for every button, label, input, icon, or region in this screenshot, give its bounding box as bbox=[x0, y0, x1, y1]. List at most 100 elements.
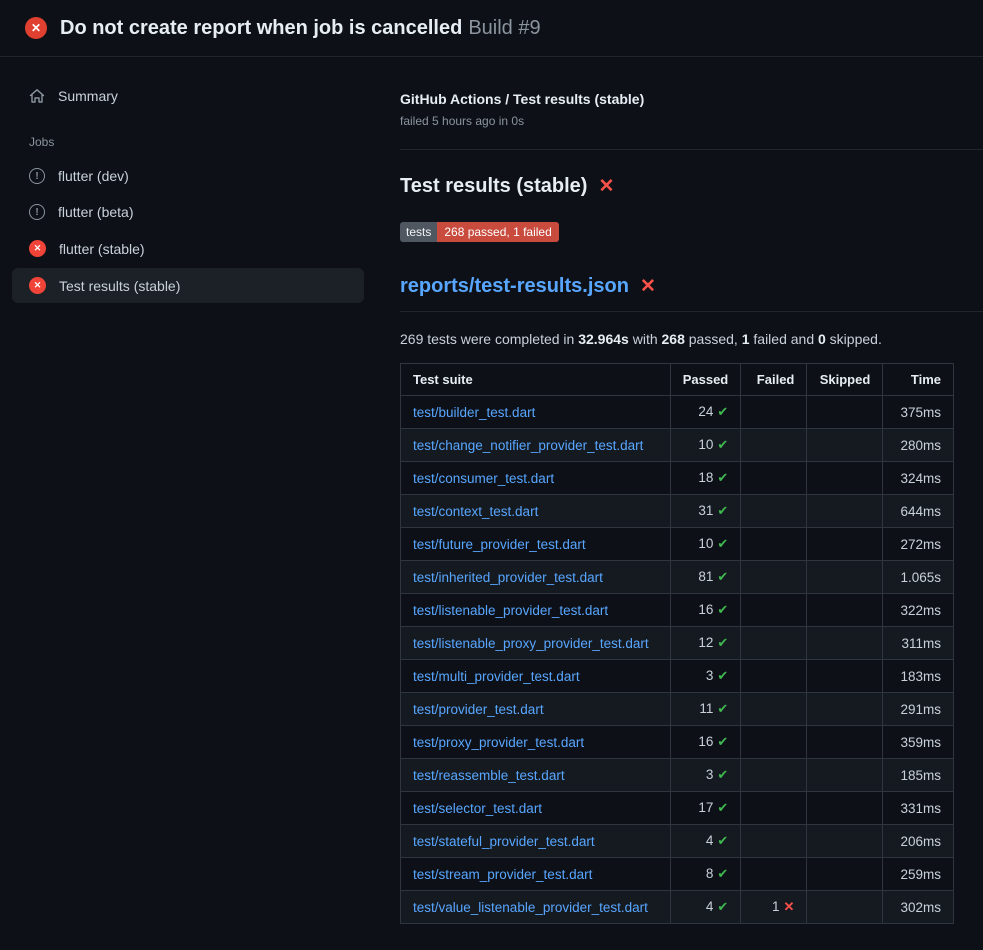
test-suite-link[interactable]: test/provider_test.dart bbox=[413, 702, 544, 717]
sidebar-item-summary[interactable]: Summary bbox=[12, 79, 364, 113]
test-suite-cell: test/stateful_provider_test.dart bbox=[401, 825, 671, 858]
alert-circle-icon: ! bbox=[29, 168, 45, 184]
passed-count: 24 bbox=[698, 404, 713, 419]
passed-count: 17 bbox=[698, 800, 713, 815]
failed-cell bbox=[741, 462, 807, 495]
passed-cell: 10 ✔ bbox=[670, 528, 741, 561]
sidebar-job-item[interactable]: ✕Test results (stable) bbox=[12, 268, 364, 303]
skipped-cell bbox=[807, 660, 883, 693]
test-suite-link[interactable]: test/listenable_proxy_provider_test.dart bbox=[413, 636, 649, 651]
sidebar-job-item[interactable]: ✕flutter (stable) bbox=[12, 231, 364, 266]
time-cell: 644ms bbox=[883, 495, 954, 528]
sidebar-job-item[interactable]: !flutter (dev) bbox=[12, 159, 364, 193]
sidebar-job-label: Test results (stable) bbox=[59, 278, 180, 294]
skipped-cell bbox=[807, 594, 883, 627]
skipped-cell bbox=[807, 528, 883, 561]
page-title: Do not create report when job is cancell… bbox=[60, 17, 541, 40]
failed-cell bbox=[741, 792, 807, 825]
time-cell: 280ms bbox=[883, 429, 954, 462]
test-suite-link[interactable]: test/change_notifier_provider_test.dart bbox=[413, 438, 643, 453]
test-suite-link[interactable]: test/proxy_provider_test.dart bbox=[413, 735, 584, 750]
column-header-passed: Passed bbox=[670, 364, 741, 396]
test-suite-link[interactable]: test/reassemble_test.dart bbox=[413, 768, 565, 783]
check-icon: ✔ bbox=[717, 833, 728, 848]
badge-value: 268 passed, 1 failed bbox=[437, 222, 558, 242]
report-file-link[interactable]: reports/test-results.json bbox=[400, 275, 629, 298]
summary-passed-count: 268 bbox=[662, 331, 685, 347]
skipped-cell bbox=[807, 693, 883, 726]
time-cell: 206ms bbox=[883, 825, 954, 858]
summary-duration: 32.964s bbox=[578, 331, 629, 347]
passed-cell: 3✔ bbox=[670, 759, 741, 792]
passed-cell: 12✔ bbox=[670, 627, 741, 660]
test-suite-link[interactable]: test/context_test.dart bbox=[413, 504, 538, 519]
test-suite-link[interactable]: test/inherited_provider_test.dart bbox=[413, 570, 603, 585]
skipped-cell bbox=[807, 759, 883, 792]
check-icon: ✔ bbox=[717, 899, 728, 914]
time-cell: 259ms bbox=[883, 858, 954, 891]
passed-count: 10 bbox=[698, 536, 713, 551]
table-row: test/multi_provider_test.dart 3✔ 183ms bbox=[401, 660, 954, 693]
test-suite-cell: test/proxy_provider_test.dart bbox=[401, 726, 671, 759]
skipped-cell bbox=[807, 726, 883, 759]
skipped-cell bbox=[807, 792, 883, 825]
passed-count: 10 bbox=[698, 437, 713, 452]
test-suite-cell: test/listenable_provider_test.dart bbox=[401, 594, 671, 627]
failed-cell bbox=[741, 594, 807, 627]
table-header-row: Test suite Passed Failed Skipped Time bbox=[401, 364, 954, 396]
passed-count: 3 bbox=[706, 767, 714, 782]
time-cell: 324ms bbox=[883, 462, 954, 495]
test-results-table: Test suite Passed Failed Skipped Time te… bbox=[400, 363, 954, 924]
table-row: test/stateful_provider_test.dart4✔206ms bbox=[401, 825, 954, 858]
test-suite-link[interactable]: test/builder_test.dart bbox=[413, 405, 535, 420]
time-cell: 185ms bbox=[883, 759, 954, 792]
passed-cell: 8✔ bbox=[670, 858, 741, 891]
check-icon: ✔ bbox=[717, 767, 728, 782]
test-suite-link[interactable]: test/listenable_provider_test.dart bbox=[413, 603, 608, 618]
test-suite-cell: test/change_notifier_provider_test.dart bbox=[401, 429, 671, 462]
passed-cell: 81✔ bbox=[670, 561, 741, 594]
test-suite-cell: test/context_test.dart bbox=[401, 495, 671, 528]
failed-cell bbox=[741, 528, 807, 561]
test-suite-cell: test/selector_test.dart bbox=[401, 792, 671, 825]
skipped-cell bbox=[807, 627, 883, 660]
table-row: test/future_provider_test.dart 10 ✔ 272ms bbox=[401, 528, 954, 561]
time-cell: 291ms bbox=[883, 693, 954, 726]
skipped-cell bbox=[807, 891, 883, 924]
test-suite-link[interactable]: test/consumer_test.dart bbox=[413, 471, 554, 486]
passed-cell: 10 ✔ bbox=[670, 429, 741, 462]
table-row: test/consumer_test.dart18✔324ms bbox=[401, 462, 954, 495]
check-icon: ✔ bbox=[717, 470, 728, 485]
sidebar-job-item[interactable]: !flutter (beta) bbox=[12, 195, 364, 229]
time-cell: 375ms bbox=[883, 396, 954, 429]
test-suite-link[interactable]: test/future_provider_test.dart bbox=[413, 537, 586, 552]
check-icon: ✔ bbox=[717, 569, 728, 584]
skipped-cell bbox=[807, 825, 883, 858]
test-suite-link[interactable]: test/selector_test.dart bbox=[413, 801, 542, 816]
report-heading: reports/test-results.json ✕ bbox=[400, 275, 983, 312]
time-cell: 331ms bbox=[883, 792, 954, 825]
test-suite-link[interactable]: test/stateful_provider_test.dart bbox=[413, 834, 595, 849]
time-cell: 183ms bbox=[883, 660, 954, 693]
passed-count: 3 bbox=[706, 668, 714, 683]
main-content: GitHub Actions / Test results (stable) f… bbox=[376, 57, 983, 924]
passed-count: 12 bbox=[698, 635, 713, 650]
skipped-cell bbox=[807, 495, 883, 528]
section-title: Test results (stable) bbox=[400, 175, 587, 198]
test-suite-link[interactable]: test/multi_provider_test.dart bbox=[413, 669, 580, 684]
passed-cell: 3✔ bbox=[670, 660, 741, 693]
run-status-line: failed 5 hours ago in 0s bbox=[400, 114, 983, 128]
passed-cell: 11✔ bbox=[670, 693, 741, 726]
check-icon: ✔ bbox=[717, 437, 728, 452]
failed-x-circle-icon: ✕ bbox=[25, 17, 47, 39]
time-cell: 272ms bbox=[883, 528, 954, 561]
test-suite-link[interactable]: test/stream_provider_test.dart bbox=[413, 867, 592, 882]
table-row: test/provider_test.dart 11✔ 291ms bbox=[401, 693, 954, 726]
test-suite-link[interactable]: test/value_listenable_provider_test.dart bbox=[413, 900, 648, 915]
test-suite-cell: test/reassemble_test.dart bbox=[401, 759, 671, 792]
summary-text: 269 tests were completed in bbox=[400, 331, 578, 347]
test-suite-cell: test/multi_provider_test.dart bbox=[401, 660, 671, 693]
check-icon: ✔ bbox=[717, 536, 728, 551]
failed-cell bbox=[741, 726, 807, 759]
time-cell: 302ms bbox=[883, 891, 954, 924]
